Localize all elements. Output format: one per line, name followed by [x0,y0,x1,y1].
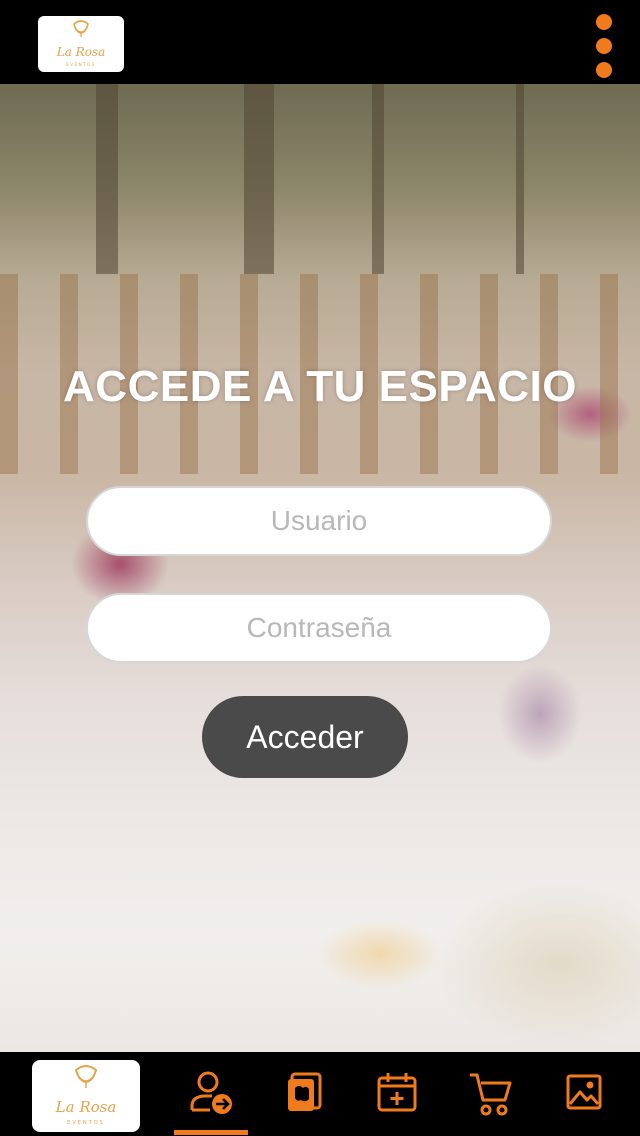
svg-text:EVENTOS: EVENTOS [67,1120,105,1126]
active-tab-indicator [174,1130,248,1135]
nav-gallery-tab[interactable] [560,1068,610,1118]
rose-logo-icon: La Rosa EVENTOS [56,20,106,67]
nav-calendar-tab[interactable] [373,1068,423,1118]
password-input[interactable] [86,593,552,663]
svg-text:La Rosa: La Rosa [56,45,106,59]
nav-home-logo[interactable]: La Rosa EVENTOS [32,1060,140,1132]
nav-login-tab[interactable] [188,1068,238,1118]
bottom-nav: La Rosa EVENTOS [0,1052,640,1136]
menu-book-icon [288,1072,322,1111]
shopping-cart-icon [470,1073,512,1116]
svg-text:EVENTOS: EVENTOS [66,62,95,67]
nav-menu-tab[interactable] [280,1068,330,1118]
rose-logo-icon: La Rosa EVENTOS [55,1065,117,1126]
svg-text:La Rosa: La Rosa [55,1098,117,1116]
calendar-add-icon [377,1073,417,1112]
brand-logo[interactable]: La Rosa EVENTOS [38,16,124,72]
login-button[interactable]: Acceder [202,696,408,778]
nav-cart-tab[interactable] [466,1068,516,1118]
top-bar: La Rosa EVENTOS [0,0,640,84]
more-vertical-icon[interactable] [592,14,616,78]
user-login-icon [190,1071,232,1114]
page-title: ACCEDE A TU ESPACIO [63,362,577,411]
gallery-image-icon [566,1074,602,1110]
background-photo [0,84,640,1052]
username-input[interactable] [86,486,552,556]
